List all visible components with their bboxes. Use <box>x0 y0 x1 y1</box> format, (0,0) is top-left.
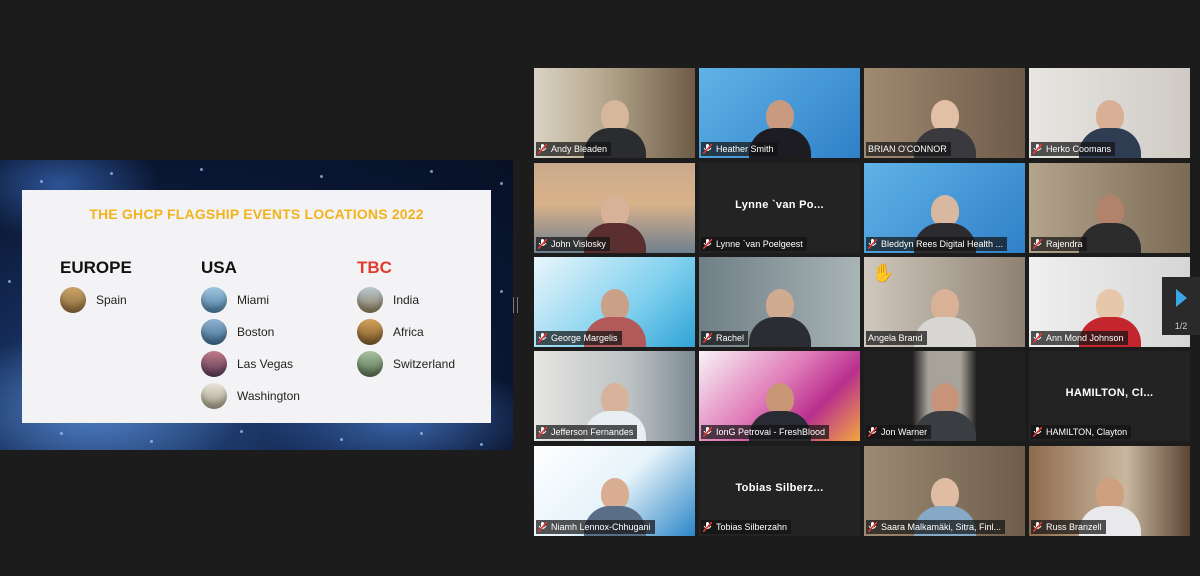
muted-mic-icon <box>1033 427 1042 437</box>
boston-photo-icon <box>201 319 227 345</box>
participant-tile[interactable]: Andy Bleaden <box>534 68 695 158</box>
participant-name: Rajendra <box>1046 239 1083 249</box>
column-heading: USA <box>201 258 237 277</box>
participant-tile[interactable]: Rachel <box>699 257 860 347</box>
muted-mic-icon <box>1033 522 1042 532</box>
participant-name: IonG Petrovai - FreshBlood <box>716 427 826 437</box>
shared-screen: THE GHCP FLAGSHIP EVENTS LOCATIONS 2022 … <box>0 160 513 450</box>
column-europe: EUROPE Spain <box>60 258 132 316</box>
participant-tile-active-speaker[interactable]: BRIAN O'CONNOR <box>864 68 1025 158</box>
miami-photo-icon <box>201 287 227 313</box>
participant-display-name: Lynne `van Po... <box>735 199 824 211</box>
muted-mic-icon <box>703 144 712 154</box>
location-item: Africa <box>357 316 455 348</box>
presentation-slide: THE GHCP FLAGSHIP EVENTS LOCATIONS 2022 … <box>22 190 491 423</box>
participant-name: Niamh Lennox-Chhugani <box>551 522 651 532</box>
location-item: Spain <box>60 284 132 316</box>
participant-name: Jon Warner <box>881 427 928 437</box>
participant-name: John Vislosky <box>551 239 606 249</box>
participant-tile[interactable]: Jon Warner <box>864 351 1025 441</box>
participant-name: George Margelis <box>551 333 618 343</box>
muted-mic-icon <box>538 239 547 249</box>
participant-tile[interactable]: Saara Malkamäki, Sitra, Finl... <box>864 446 1025 536</box>
participant-tile-video-off[interactable]: Tobias Silberz... Tobias Silberzahn <box>699 446 860 536</box>
participant-name: Heather Smith <box>716 144 774 154</box>
participant-tile[interactable]: John Vislosky <box>534 163 695 253</box>
muted-mic-icon <box>703 239 712 249</box>
column-tbc: TBC India Africa Switzerland <box>357 258 455 380</box>
column-usa: USA Miami Boston Las Vegas Washington <box>201 258 300 412</box>
location-item: Las Vegas <box>201 348 300 380</box>
slide-title: THE GHCP FLAGSHIP EVENTS LOCATIONS 2022 <box>89 206 424 222</box>
muted-mic-icon <box>1033 144 1042 154</box>
raised-hand-icon: ✋ <box>872 263 895 283</box>
participant-tile[interactable]: Bleddyn Rees Digital Health ... <box>864 163 1025 253</box>
participant-name: Angela Brand <box>868 333 923 343</box>
column-heading: EUROPE <box>60 258 132 277</box>
muted-mic-icon <box>868 522 877 532</box>
muted-mic-icon <box>703 333 712 343</box>
participant-tile-hand-raised[interactable]: ✋ Angela Brand <box>864 257 1025 347</box>
participant-name: Andy Bleaden <box>551 144 608 154</box>
participant-tile[interactable]: Russ Branzell <box>1029 446 1190 536</box>
participant-name: Herko Coomans <box>1046 144 1112 154</box>
participant-tile[interactable]: IonG Petrovai - FreshBlood <box>699 351 860 441</box>
participant-display-name: HAMILTON, Cl... <box>1065 387 1154 399</box>
participant-name: Tobias Silberzahn <box>716 522 788 532</box>
washington-photo-icon <box>201 383 227 409</box>
location-item: Washington <box>201 380 300 412</box>
page-indicator: 1/2 <box>1174 321 1188 331</box>
participant-name: HAMILTON, Clayton <box>1046 427 1128 437</box>
participant-name: Ann Mond Johnson <box>1046 333 1124 343</box>
next-page-button[interactable]: 1/2 <box>1162 277 1200 335</box>
participant-name: Lynne `van Poelgeest <box>716 239 803 249</box>
next-page-arrow-icon <box>1176 289 1187 307</box>
participant-tile[interactable]: Rajendra <box>1029 163 1190 253</box>
muted-mic-icon <box>538 522 547 532</box>
participant-tile[interactable]: Jefferson Fernandes <box>534 351 695 441</box>
participant-name: Bleddyn Rees Digital Health ... <box>881 239 1004 249</box>
muted-mic-icon <box>868 239 877 249</box>
muted-mic-icon <box>538 427 547 437</box>
india-photo-icon <box>357 287 383 313</box>
participant-name: Saara Malkamäki, Sitra, Finl... <box>881 522 1002 532</box>
participant-tile-video-off[interactable]: Lynne `van Po... Lynne `van Poelgeest <box>699 163 860 253</box>
participant-name: Jefferson Fernandes <box>551 427 634 437</box>
participant-tile[interactable]: George Margelis <box>534 257 695 347</box>
location-item: Switzerland <box>357 348 455 380</box>
muted-mic-icon <box>703 522 712 532</box>
location-item: Miami <box>201 284 300 316</box>
participant-tile[interactable]: Herko Coomans <box>1029 68 1190 158</box>
switzerland-photo-icon <box>357 351 383 377</box>
participant-tile[interactable]: Niamh Lennox-Chhugani <box>534 446 695 536</box>
participant-name: Rachel <box>716 333 745 343</box>
africa-photo-icon <box>357 319 383 345</box>
muted-mic-icon <box>538 333 547 343</box>
spain-photo-icon <box>60 287 86 313</box>
location-item: Boston <box>201 316 300 348</box>
location-item: India <box>357 284 455 316</box>
participant-tile-video-off[interactable]: HAMILTON, Cl... HAMILTON, Clayton <box>1029 351 1190 441</box>
participant-tile[interactable]: Heather Smith <box>699 68 860 158</box>
participant-display-name: Tobias Silberz... <box>735 482 824 494</box>
muted-mic-icon <box>868 427 877 437</box>
participant-name: BRIAN O'CONNOR <box>868 144 947 154</box>
muted-mic-icon <box>1033 333 1042 343</box>
muted-mic-icon <box>703 427 712 437</box>
muted-mic-icon <box>1033 239 1042 249</box>
muted-mic-icon <box>538 144 547 154</box>
las-vegas-photo-icon <box>201 351 227 377</box>
panel-resize-handle[interactable] <box>513 297 518 313</box>
column-heading: TBC <box>357 258 392 277</box>
participant-name: Russ Branzell <box>1046 522 1102 532</box>
